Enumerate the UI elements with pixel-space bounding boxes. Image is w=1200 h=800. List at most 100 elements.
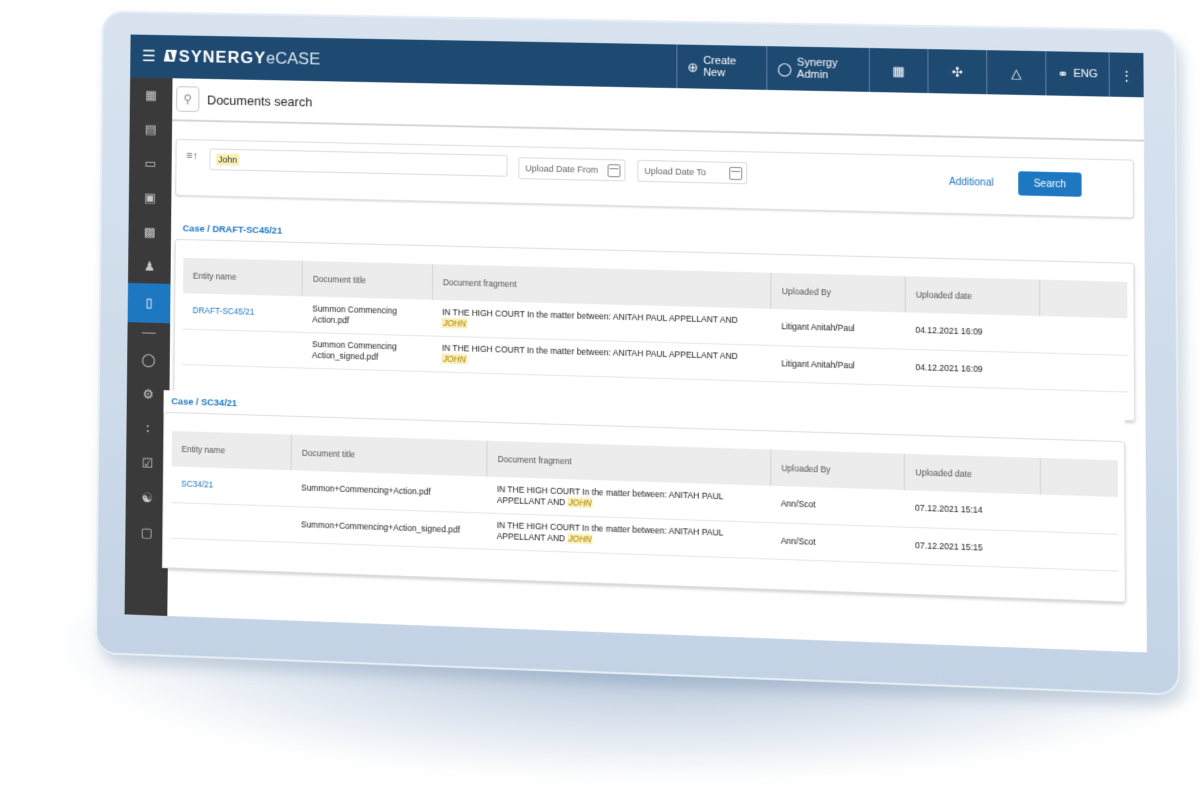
column-header-uploaded-by[interactable]: Uploaded By [770,449,905,491]
fragment-highlight: JOHN [567,533,593,545]
sidebar-separator [127,322,170,343]
upload-date-to-input[interactable]: Upload Date To [637,159,748,185]
uploaded-by-cell: Litigant Anitah/Paul [771,308,906,349]
column-header-actions [1040,457,1119,498]
kebab-menu-icon: ⋮ [1119,67,1134,83]
column-header-uploaded-by[interactable]: Uploaded By [771,272,906,313]
monitor-icon: ▢ [140,524,153,540]
plus-circle-icon: ⊕ [687,59,699,75]
sidebar-item-tables[interactable]: ▩ [128,214,171,249]
column-header-actions [1039,279,1128,319]
search-filter-panel: ≡↑ John Upload Date From Upload Date To … [175,138,1135,219]
upload-date-from-input[interactable]: Upload Date From [518,157,626,182]
sidebar-item-documents[interactable]: ▭ [129,146,172,181]
sidebar-item-reports[interactable]: ▤ [129,112,172,147]
page-title: Documents search [207,92,313,109]
fragment-highlight: JOHN [567,497,593,508]
results-table: Entity name Document title Document frag… [170,430,1119,571]
logo-text-light: eCASE [265,48,321,69]
calendar-icon[interactable] [729,166,743,180]
shield-check-icon: ◯ [141,351,156,367]
user-menu-button[interactable]: ◯ Synergy Admin [766,46,869,92]
actions-cell [1040,316,1128,355]
network-icon: ✣ [951,64,963,80]
actions-cell [1040,494,1119,534]
main-content: ⚲ Documents search ≡↑ John Upload Date F… [161,78,1147,652]
document-title-cell: Summon Commencing Action_signed.pdf [302,331,433,372]
uploaded-by-cell: Ann/Scot [770,485,905,527]
integrations-button[interactable]: ✣ [927,49,987,95]
column-header-uploaded-date[interactable]: Uploaded date [904,453,1041,495]
column-header-uploaded-date[interactable]: Uploaded date [905,276,1041,317]
additional-filters-link[interactable]: Additional [949,177,994,189]
table-icon: ▩ [143,223,156,239]
dashboard-icon: ▦ [145,86,158,102]
sidebar-item-security[interactable]: ◯ [127,342,170,378]
upload-date-from-placeholder: Upload Date From [525,163,599,175]
keyword-search-input[interactable]: John [209,148,508,177]
bell-icon: △ [1011,65,1022,81]
logo-text-strong: SYNERGY [178,47,267,68]
create-new-button[interactable]: ⊕ Create New [676,44,767,90]
hamburger-icon[interactable]: ☰ [142,46,156,66]
user-icon: ◯ [777,60,792,76]
uploaded-date-cell: 04.12.2021 16:09 [905,312,1041,353]
fragment-text: IN THE HIGH COURT In the matter between:… [496,520,724,544]
language-button[interactable]: ⚭ ENG [1045,51,1109,97]
briefcase-icon: ▣ [144,189,157,205]
document-person-icon: ▭ [144,155,157,171]
actions-cell [1040,531,1119,571]
calendar-button[interactable]: ▦ [868,47,928,94]
column-header-entity-name[interactable]: Entity name [183,257,303,297]
entity-name-link[interactable]: SC34/21 [171,466,292,507]
document-title-cell: Summon Commencing Action.pdf [302,296,433,336]
actions-cell [1040,352,1128,392]
calendar-icon[interactable] [607,163,621,177]
logo-mark-icon [164,49,178,62]
column-header-entity-name[interactable]: Entity name [171,430,292,471]
sidebar-item-document-search[interactable]: ▯ [127,282,171,324]
search-icon: ⚲ [183,92,193,106]
sidebar-item-cases[interactable]: ▣ [129,180,172,215]
task-checklist-icon: ☑ [141,455,154,471]
gear-icon: ⚙ [142,386,154,402]
sort-filter-icon[interactable]: ≡↑ [186,150,198,162]
calendar-icon: ▦ [892,62,905,79]
notifications-button[interactable]: △ [986,50,1046,96]
search-button[interactable]: Search [1018,171,1082,197]
entity-name-link[interactable]: DRAFT-SC45/21 [182,293,303,332]
reports-chart-icon: ▤ [144,121,157,137]
workflow-icon: ∶ [146,420,150,436]
database-icon: ☯ [141,489,153,505]
uploaded-date-cell: 07.12.2021 15:14 [904,490,1041,532]
sidebar-item-users[interactable]: ♟ [128,249,171,284]
result-group: Case / SC34/21 Entity name Document titl… [161,390,1126,603]
results-table: Entity name Document title Document frag… [182,257,1128,392]
uploaded-by-cell: Ann/Scot [770,522,906,564]
book-icon: ▯ [145,295,153,311]
column-header-document-title[interactable]: Document title [302,260,433,300]
fragment-highlight: JOHN [442,317,467,329]
fragment-text: IN THE HIGH COURT In the matter between:… [441,343,738,362]
monitor-frame: ☰ SYNERGY eCASE ⊕ Create New ◯ Synergy A… [95,10,1181,696]
fragment-text: IN THE HIGH COURT In the matter between:… [496,484,724,508]
app-logo[interactable]: SYNERGY eCASE [164,47,321,69]
user-name-label: Synergy Admin [796,56,838,82]
entity-name-link[interactable] [170,502,292,542]
app-screen: ☰ SYNERGY eCASE ⊕ Create New ◯ Synergy A… [124,34,1147,653]
keyword-value: John [216,153,240,166]
document-title-cell: Summon+Commencing+Action_signed.pdf [290,506,487,549]
create-new-label: Create New [703,54,737,80]
uploaded-by-cell: Litigant Anitah/Paul [771,344,906,386]
results-table-card: Entity name Document title Document frag… [161,411,1126,603]
uploaded-date-cell: 04.12.2021 16:09 [905,348,1041,389]
fragment-highlight: JOHN [441,353,467,365]
sidebar-item-dashboard[interactable]: ▦ [130,77,173,112]
more-menu-button[interactable]: ⋮ [1108,52,1144,98]
result-group: Case / DRAFT-SC45/21 Entity name Documen… [173,217,1136,422]
upload-date-to-placeholder: Upload Date To [644,165,707,178]
search-toggle-button[interactable]: ⚲ [176,86,200,113]
entity-name-link[interactable] [182,328,303,368]
users-icon: ♟ [143,258,156,274]
language-label: ENG [1073,67,1098,81]
